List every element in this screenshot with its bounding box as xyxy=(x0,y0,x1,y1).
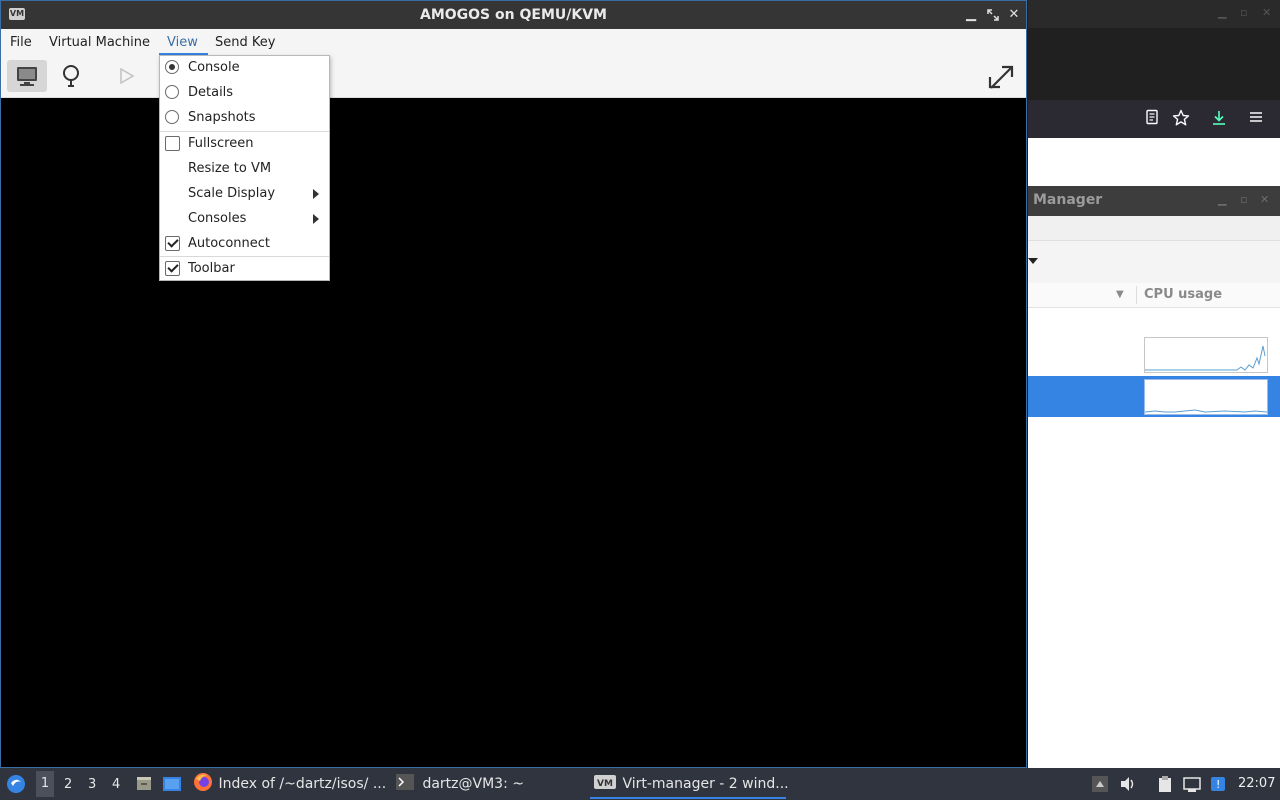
submenu-arrow-icon xyxy=(313,214,319,224)
start-menu-icon xyxy=(7,775,25,793)
task-virt-manager-label: Virt-manager - 2 wind... xyxy=(622,776,789,792)
workspace-4[interactable]: 4 xyxy=(112,777,120,792)
monitor-icon xyxy=(17,67,37,86)
cpu-sparkline xyxy=(1144,379,1268,415)
workspace-2[interactable]: 2 xyxy=(64,777,72,792)
view-menu-scale-display[interactable]: Scale Display xyxy=(160,182,329,207)
fullscreen-button[interactable] xyxy=(983,60,1019,94)
dropdown-arrow-icon[interactable] xyxy=(1028,257,1038,265)
browser-content xyxy=(1028,138,1280,186)
submenu-arrow-icon xyxy=(313,189,319,199)
svg-text:!: ! xyxy=(1216,778,1220,791)
minimize-icon: ▁ xyxy=(1218,193,1227,206)
workspace-3[interactable]: 3 xyxy=(88,777,96,792)
browser-toolbar xyxy=(1028,100,1280,138)
vm-console-display[interactable] xyxy=(3,98,1026,767)
task-virt-manager[interactable]: VM Virt-manager - 2 wind... xyxy=(590,771,789,799)
view-menu-snapshots[interactable]: Snapshots xyxy=(160,106,329,131)
show-desktop-icon[interactable] xyxy=(162,776,182,792)
window-title: AMOGOS on QEMU/KVM xyxy=(420,7,607,23)
task-terminal-label: dartz@VM3: ~ xyxy=(422,776,524,792)
menu-virtual-machine[interactable]: Virtual Machine xyxy=(49,35,150,50)
network-icon[interactable] xyxy=(1183,775,1201,793)
reader-view-icon[interactable] xyxy=(1144,109,1160,129)
virt-manager-body: ▼ CPU usage xyxy=(1028,216,1280,768)
sort-arrow-icon[interactable]: ▼ xyxy=(1116,289,1124,300)
details-view-button[interactable] xyxy=(53,60,89,92)
menubar: File Virtual Machine View Send Key xyxy=(1,29,1026,56)
close-icon: ✕ xyxy=(1262,6,1272,19)
clipboard-icon[interactable] xyxy=(1156,775,1174,793)
clock[interactable]: 22:07 xyxy=(1238,776,1275,791)
virt-viewer-window: VM AMOGOS on QEMU/KVM ▁ ✕ File Virtual M… xyxy=(0,0,1027,768)
downloads-icon[interactable] xyxy=(1210,109,1228,131)
maximize-icon: ▫ xyxy=(1240,6,1248,19)
taskbar: 1 2 3 4 Index of /~dartz/isos/ ... dartz… xyxy=(0,768,1280,800)
console-view-button[interactable] xyxy=(7,60,47,92)
task-browser[interactable]: Index of /~dartz/isos/ ... xyxy=(192,771,386,797)
view-menu-details[interactable]: Details xyxy=(160,81,329,106)
file-manager-icon[interactable] xyxy=(135,775,153,793)
checkbox-unchecked-icon xyxy=(165,136,180,151)
firefox-icon xyxy=(194,773,212,791)
restore-icon[interactable] xyxy=(983,5,1003,25)
view-menu-console[interactable]: Console xyxy=(160,56,329,81)
tray-expand-icon[interactable] xyxy=(1091,775,1109,793)
maximize-icon: ▫ xyxy=(1240,193,1248,206)
workspace-1[interactable]: 1 xyxy=(36,771,54,797)
hamburger-menu-icon[interactable] xyxy=(1248,109,1264,129)
menu-view[interactable]: View xyxy=(167,35,198,50)
cpu-usage-header[interactable]: CPU usage xyxy=(1144,287,1222,302)
close-icon[interactable]: ✕ xyxy=(1004,5,1024,25)
task-terminal[interactable]: dartz@VM3: ~ xyxy=(396,771,524,797)
column-header: ▼ CPU usage xyxy=(1028,283,1280,308)
background-window-area xyxy=(1028,28,1280,100)
notification-icon[interactable]: ! xyxy=(1209,775,1227,793)
view-menu-resize-to-vm[interactable]: Resize to VM xyxy=(160,157,329,182)
terminal-icon xyxy=(396,774,414,790)
window-titlebar[interactable]: VM AMOGOS on QEMU/KVM ▁ ✕ xyxy=(1,1,1026,29)
run-button[interactable] xyxy=(111,62,141,90)
virt-manager-icon: VM xyxy=(594,775,616,789)
minimize-icon[interactable]: ▁ xyxy=(961,5,981,25)
virt-manager-title: Manager xyxy=(1033,192,1103,208)
bookmark-star-icon[interactable] xyxy=(1172,109,1190,131)
view-menu-autoconnect[interactable]: Autoconnect xyxy=(160,232,329,257)
minimize-icon: ▁ xyxy=(1218,6,1227,19)
vm-list-row-selected[interactable] xyxy=(1028,376,1280,417)
start-menu-button[interactable] xyxy=(4,771,28,797)
view-menu-dropdown: Console Details Snapshots Fullscreen Res… xyxy=(159,55,330,281)
menu-send-key[interactable]: Send Key xyxy=(215,35,275,50)
task-browser-label: Index of /~dartz/isos/ ... xyxy=(218,776,387,792)
virt-manager-toolbar xyxy=(1028,216,1280,241)
toolbar xyxy=(1,56,1026,98)
close-icon: ✕ xyxy=(1260,193,1270,206)
volume-icon[interactable] xyxy=(1119,775,1137,793)
expand-icon xyxy=(988,65,1014,89)
checkbox-checked-icon xyxy=(165,261,180,276)
vm-list-row[interactable] xyxy=(1028,334,1280,376)
svg-text:VM: VM xyxy=(597,779,613,789)
radio-unchecked-icon xyxy=(165,110,179,124)
menu-file[interactable]: File xyxy=(10,35,32,50)
view-menu-toolbar[interactable]: Toolbar xyxy=(160,257,329,282)
view-menu-fullscreen[interactable]: Fullscreen xyxy=(160,132,329,157)
cpu-sparkline xyxy=(1144,337,1268,373)
checkbox-checked-icon xyxy=(165,236,180,251)
play-icon xyxy=(120,67,135,85)
view-menu-consoles[interactable]: Consoles xyxy=(160,207,329,232)
background-window-titlebar: ▁ ▫ ✕ xyxy=(1028,0,1280,28)
radio-checked-icon xyxy=(165,60,179,74)
lightbulb-icon xyxy=(63,65,79,87)
radio-unchecked-icon xyxy=(165,85,179,99)
virt-manager-titlebar: Manager ▁ ▫ ✕ xyxy=(1028,186,1280,216)
virt-manager-header-area xyxy=(1028,241,1280,283)
